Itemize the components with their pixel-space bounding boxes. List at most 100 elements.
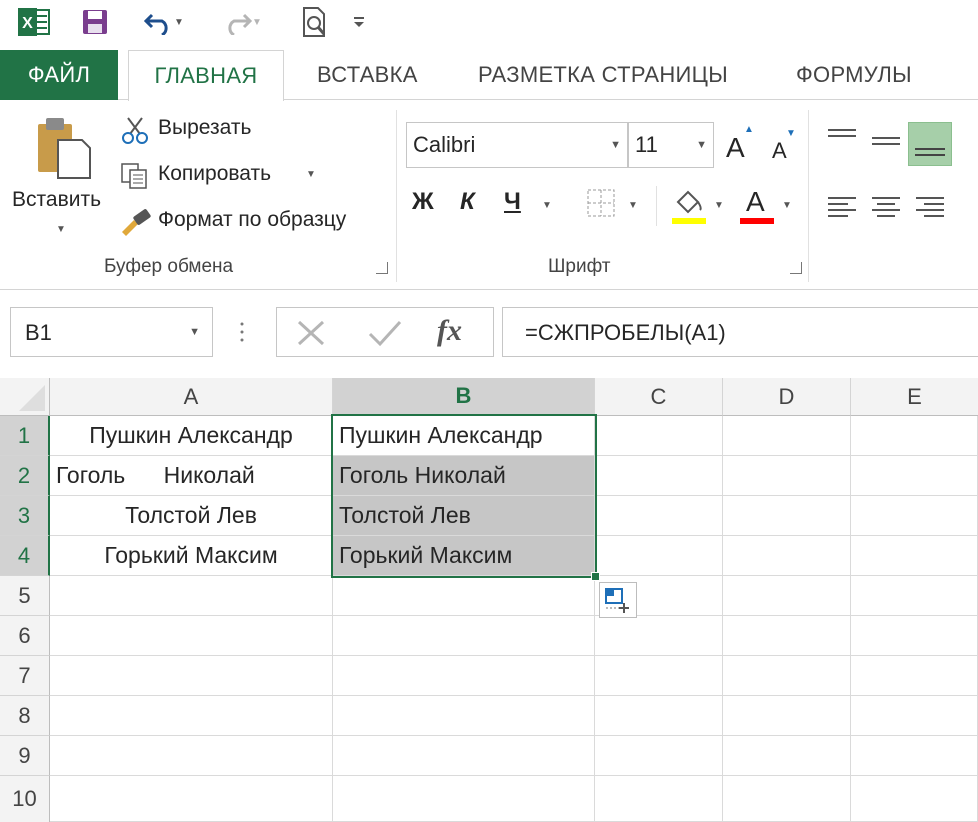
shrink-font-button[interactable]: A ▼ bbox=[770, 126, 800, 166]
cell-b4[interactable]: Горький Максим bbox=[333, 536, 595, 576]
name-box[interactable]: B1 ▼ bbox=[10, 307, 213, 357]
cell-d10[interactable] bbox=[723, 776, 851, 822]
customize-icon[interactable] bbox=[348, 5, 370, 39]
column-header-e[interactable]: E bbox=[851, 378, 978, 416]
cell-e6[interactable] bbox=[851, 616, 978, 656]
paste-dropdown-icon[interactable]: ▼ bbox=[56, 224, 66, 235]
row-header-8[interactable]: 8 bbox=[0, 696, 50, 736]
cell-e3[interactable] bbox=[851, 496, 978, 536]
font-color-button[interactable]: A bbox=[740, 186, 774, 224]
tab-file[interactable]: ФАЙЛ bbox=[0, 50, 118, 100]
cell-a7[interactable] bbox=[50, 656, 333, 696]
name-box-dropdown-icon[interactable]: ▼ bbox=[189, 326, 200, 338]
cell-e1[interactable] bbox=[851, 416, 978, 456]
copy-button[interactable]: Копировать ▼ bbox=[120, 160, 330, 192]
row-header-3[interactable]: 3 bbox=[0, 496, 50, 536]
cell-b1[interactable]: Пушкин Александр bbox=[333, 416, 595, 456]
cell-c7[interactable] bbox=[595, 656, 723, 696]
column-header-a[interactable]: A bbox=[50, 378, 333, 416]
font-color-dropdown-icon[interactable]: ▼ bbox=[782, 200, 792, 211]
align-bottom-button[interactable] bbox=[908, 122, 952, 166]
cell-a2[interactable]: Гоголь Николай bbox=[50, 456, 333, 496]
cell-b8[interactable] bbox=[333, 696, 595, 736]
cell-e2[interactable] bbox=[851, 456, 978, 496]
insert-function-button[interactable]: fx bbox=[437, 314, 462, 348]
borders-button[interactable] bbox=[586, 188, 616, 218]
column-header-b[interactable]: B bbox=[333, 378, 595, 416]
cell-c8[interactable] bbox=[595, 696, 723, 736]
cell-b10[interactable] bbox=[333, 776, 595, 822]
tab-page-layout[interactable]: РАЗМЕТКА СТРАНИЦЫ bbox=[478, 50, 728, 100]
row-header-4[interactable]: 4 bbox=[0, 536, 50, 576]
print-preview-icon[interactable] bbox=[298, 5, 332, 39]
save-icon[interactable] bbox=[78, 5, 112, 39]
underline-button[interactable]: Ч bbox=[504, 188, 521, 216]
cell-a8[interactable] bbox=[50, 696, 333, 736]
fill-color-button[interactable] bbox=[672, 188, 706, 224]
cell-e5[interactable] bbox=[851, 576, 978, 616]
cell-c3[interactable] bbox=[595, 496, 723, 536]
cell-a3[interactable]: Толстой Лев bbox=[50, 496, 333, 536]
cell-a10[interactable] bbox=[50, 776, 333, 822]
cell-d3[interactable] bbox=[723, 496, 851, 536]
cell-e8[interactable] bbox=[851, 696, 978, 736]
row-header-2[interactable]: 2 bbox=[0, 456, 50, 496]
cell-d5[interactable] bbox=[723, 576, 851, 616]
quick-analysis-button[interactable] bbox=[599, 582, 637, 618]
formula-bar-grip-icon[interactable] bbox=[238, 320, 246, 344]
cell-d4[interactable] bbox=[723, 536, 851, 576]
row-header-1[interactable]: 1 bbox=[0, 416, 50, 456]
cell-c6[interactable] bbox=[595, 616, 723, 656]
cell-d8[interactable] bbox=[723, 696, 851, 736]
fill-handle[interactable] bbox=[591, 572, 600, 581]
borders-dropdown-icon[interactable]: ▼ bbox=[628, 200, 638, 211]
undo-dropdown-icon[interactable]: ▼ bbox=[174, 17, 184, 28]
cell-c1[interactable] bbox=[595, 416, 723, 456]
cell-b9[interactable] bbox=[333, 736, 595, 776]
cell-d1[interactable] bbox=[723, 416, 851, 456]
cell-e7[interactable] bbox=[851, 656, 978, 696]
cell-c2[interactable] bbox=[595, 456, 723, 496]
cell-e9[interactable] bbox=[851, 736, 978, 776]
font-size-combo[interactable]: 11 ▼ bbox=[628, 122, 714, 168]
align-top-button[interactable] bbox=[826, 126, 858, 152]
column-header-d[interactable]: D bbox=[723, 378, 851, 416]
cell-a9[interactable] bbox=[50, 736, 333, 776]
redo-dropdown-icon[interactable]: ▼ bbox=[252, 17, 262, 28]
redo-button[interactable]: ▼ bbox=[214, 5, 270, 39]
cell-b3[interactable]: Толстой Лев bbox=[333, 496, 595, 536]
bold-button[interactable]: Ж bbox=[412, 188, 434, 216]
align-middle-button[interactable] bbox=[870, 132, 902, 158]
align-left-button[interactable] bbox=[826, 192, 858, 222]
formula-input[interactable]: =СЖПРОБЕЛЫ(A1) bbox=[502, 307, 978, 357]
copy-dropdown-icon[interactable]: ▼ bbox=[306, 169, 316, 180]
grow-font-button[interactable]: A ▲ bbox=[724, 124, 754, 166]
cell-b5[interactable] bbox=[333, 576, 595, 616]
font-name-dropdown-icon[interactable]: ▼ bbox=[610, 139, 621, 151]
row-header-9[interactable]: 9 bbox=[0, 736, 50, 776]
tab-insert[interactable]: ВСТАВКА bbox=[317, 50, 418, 100]
cell-b2[interactable]: Гоголь Николай bbox=[333, 456, 595, 496]
cell-d6[interactable] bbox=[723, 616, 851, 656]
select-all-button[interactable] bbox=[0, 378, 50, 416]
cell-d7[interactable] bbox=[723, 656, 851, 696]
cut-button[interactable]: Вырезать bbox=[120, 114, 380, 146]
cell-a4[interactable]: Горький Максим bbox=[50, 536, 333, 576]
cell-e10[interactable] bbox=[851, 776, 978, 822]
format-painter-button[interactable]: Формат по образцу bbox=[120, 206, 385, 238]
cell-e4[interactable] bbox=[851, 536, 978, 576]
font-size-dropdown-icon[interactable]: ▼ bbox=[696, 139, 707, 151]
cell-a1[interactable]: Пушкин Александр bbox=[50, 416, 333, 456]
row-header-5[interactable]: 5 bbox=[0, 576, 50, 616]
clipboard-launcher-icon[interactable] bbox=[376, 262, 388, 274]
undo-button[interactable]: ▼ bbox=[136, 5, 192, 39]
cell-d2[interactable] bbox=[723, 456, 851, 496]
align-center-button[interactable] bbox=[870, 192, 902, 222]
cancel-icon[interactable] bbox=[295, 318, 327, 348]
tab-home[interactable]: ГЛАВНАЯ bbox=[128, 50, 284, 101]
tab-formulas[interactable]: ФОРМУЛЫ bbox=[796, 50, 912, 100]
font-name-combo[interactable]: Calibri ▼ bbox=[406, 122, 628, 168]
row-header-10[interactable]: 10 bbox=[0, 776, 50, 822]
row-header-7[interactable]: 7 bbox=[0, 656, 50, 696]
enter-icon[interactable] bbox=[367, 318, 403, 348]
